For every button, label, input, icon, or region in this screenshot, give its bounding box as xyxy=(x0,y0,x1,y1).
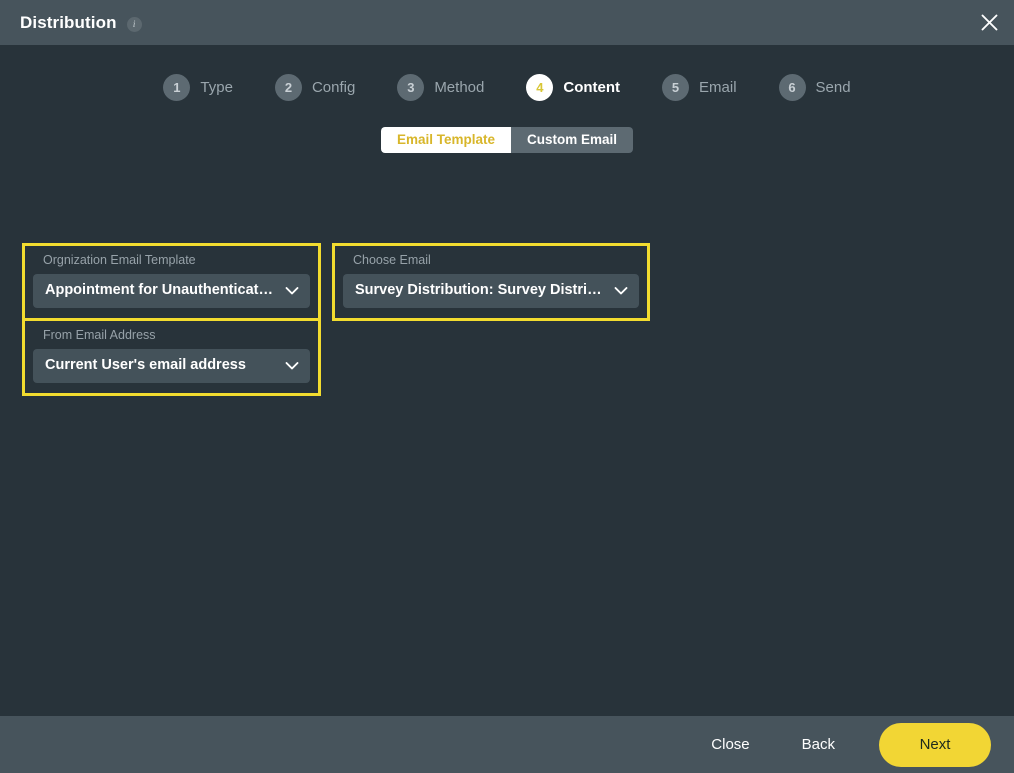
step-config[interactable]: 2 Config xyxy=(274,74,356,101)
close-button[interactable]: Close xyxy=(685,727,775,762)
org-email-template-select[interactable]: Appointment for Unauthenticate... xyxy=(33,273,310,308)
content-mode-toggle-wrap: Email Template Custom Email xyxy=(0,127,1014,153)
step-email[interactable]: 5 Email xyxy=(662,74,737,101)
step-label: Content xyxy=(563,79,621,96)
step-number: 4 xyxy=(526,74,554,101)
distribution-modal: Distribution i 1 Type 2 Config 3 Method xyxy=(0,0,1014,773)
tab-email-template[interactable]: Email Template xyxy=(380,127,511,153)
step-label: Method xyxy=(434,79,485,96)
content-mode-toggle: Email Template Custom Email xyxy=(380,127,634,153)
org-email-template-field: Orgnization Email Template Appointment f… xyxy=(22,243,321,321)
step-number: 2 xyxy=(274,74,302,101)
step-label: Email xyxy=(699,79,737,96)
step-type[interactable]: 1 Type xyxy=(163,74,233,101)
step-number: 3 xyxy=(397,74,425,101)
from-email-address-label: From Email Address xyxy=(43,328,156,342)
step-number: 1 xyxy=(163,74,191,101)
from-email-address-select[interactable]: Current User's email address xyxy=(33,348,310,383)
step-number: 5 xyxy=(662,74,690,101)
chevron-down-icon xyxy=(285,361,299,370)
back-button[interactable]: Back xyxy=(776,727,861,762)
step-content[interactable]: 4 Content xyxy=(526,74,620,101)
modal-footer: Close Back Next xyxy=(0,716,1014,773)
from-email-address-value: Current User's email address xyxy=(45,358,246,373)
chevron-down-icon xyxy=(614,286,628,295)
modal-titlebar: Distribution i xyxy=(0,0,1014,45)
tab-custom-email[interactable]: Custom Email xyxy=(511,127,634,153)
step-number: 6 xyxy=(778,74,806,101)
choose-email-field: Choose Email Survey Distribution: Survey… xyxy=(332,243,650,321)
wizard-stepper: 1 Type 2 Config 3 Method 4 Content 5 Ema… xyxy=(0,45,1014,101)
step-method[interactable]: 3 Method xyxy=(397,74,484,101)
step-send[interactable]: 6 Send xyxy=(778,74,851,101)
next-button[interactable]: Next xyxy=(879,722,991,767)
from-email-address-field: From Email Address Current User's email … xyxy=(22,318,321,396)
chevron-down-icon xyxy=(285,286,299,295)
step-label: Config xyxy=(311,79,356,96)
org-email-template-value: Appointment for Unauthenticate... xyxy=(45,283,276,298)
step-label: Type xyxy=(200,79,233,96)
choose-email-value: Survey Distribution: Survey Distrib... xyxy=(355,283,605,298)
close-icon[interactable] xyxy=(972,6,1006,40)
choose-email-label: Choose Email xyxy=(353,253,431,267)
modal-body: 1 Type 2 Config 3 Method 4 Content 5 Ema… xyxy=(0,45,1014,716)
info-icon[interactable]: i xyxy=(126,17,142,32)
step-label: Send xyxy=(815,79,851,96)
org-email-template-label: Orgnization Email Template xyxy=(43,253,196,267)
modal-title: Distribution xyxy=(20,13,117,32)
choose-email-select[interactable]: Survey Distribution: Survey Distrib... xyxy=(343,273,639,308)
